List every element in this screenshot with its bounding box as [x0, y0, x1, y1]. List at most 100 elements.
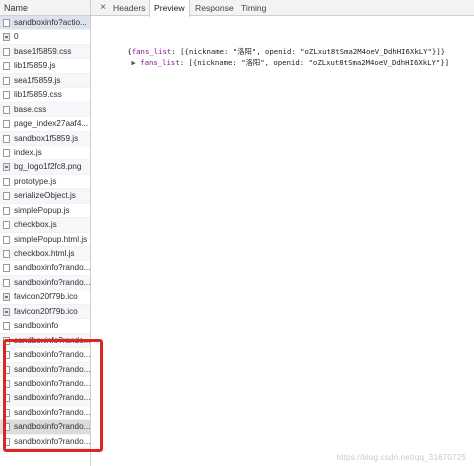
request-row[interactable]: checkbox.js: [0, 218, 90, 233]
request-row[interactable]: favicon20f79b.ico: [0, 304, 90, 320]
tab-timing[interactable]: Timing: [237, 0, 270, 16]
document-icon: [3, 408, 10, 417]
document-icon: [3, 134, 10, 143]
document-icon: [3, 120, 10, 129]
request-name: sandboxinfo?rando...: [14, 393, 90, 403]
request-row[interactable]: base1f5859.css: [0, 44, 90, 60]
request-name: sandboxinfo?rando...: [14, 422, 90, 432]
request-name: sandboxinfo: [14, 321, 59, 331]
request-name: sandboxinfo?rando...: [14, 277, 90, 287]
document-icon: [3, 250, 10, 258]
request-row[interactable]: 0: [0, 30, 90, 45]
request-name: checkbox.js: [14, 220, 57, 230]
request-row[interactable]: base.css: [0, 102, 90, 118]
request-row[interactable]: lib1f5859.css: [0, 88, 90, 103]
request-name: sandboxinfo?rando...: [14, 407, 90, 417]
request-row[interactable]: sandboxinfo?rando...: [0, 391, 90, 406]
request-name: sandboxinfo?actio...: [14, 18, 87, 27]
document-icon: [3, 379, 10, 388]
request-name: lib1f5859.js: [14, 61, 56, 71]
request-name: base.css: [14, 104, 47, 114]
request-name: sandboxinfo?rando...: [14, 263, 90, 273]
request-row[interactable]: sandboxinfo?rando...: [0, 261, 90, 276]
document-icon: [3, 19, 10, 27]
request-name: sandboxinfo?rando...: [14, 436, 90, 446]
close-icon[interactable]: ×: [98, 2, 108, 13]
request-row[interactable]: sandboxinfo?rando...: [0, 348, 90, 363]
document-icon: [3, 423, 10, 432]
name-column-header[interactable]: Name: [0, 0, 90, 16]
request-name: index.js: [14, 147, 42, 157]
request-name: simplePopup.js: [14, 205, 70, 215]
preview-fans-list-node[interactable]: ▶ fans_list: [{nickname: "洛阳", openid: "…: [105, 45, 449, 81]
document-icon: [3, 365, 10, 374]
document-icon: [3, 394, 10, 403]
tab-response[interactable]: Response: [191, 0, 238, 16]
request-name: simplePopup.html.js: [14, 234, 88, 244]
request-row[interactable]: simplePopup.html.js: [0, 233, 90, 247]
tab-preview[interactable]: Preview: [149, 0, 190, 17]
request-row[interactable]: sandboxinfo?rando...: [0, 362, 90, 377]
image-icon: [3, 293, 10, 302]
request-row[interactable]: sandboxinfo?rando...: [0, 333, 90, 349]
document-icon: [3, 105, 10, 114]
request-row[interactable]: simplePopup.js: [0, 204, 90, 219]
document-icon: [3, 278, 10, 287]
request-name: sandbox1f5859.js: [14, 133, 79, 143]
request-name: bg_logo1f2fc8.png: [14, 162, 82, 172]
request-row[interactable]: sandbox1f5859.js: [0, 131, 90, 146]
request-name: prototype.js: [14, 176, 57, 186]
request-row[interactable]: sandboxinfo?rando...: [0, 420, 90, 435]
document-icon: [3, 235, 10, 244]
request-name: sandboxinfo?rando...: [14, 378, 90, 388]
document-icon: [3, 264, 10, 273]
request-row[interactable]: sandboxinfo?actio...: [0, 16, 90, 31]
preview-array-text: : [{nickname: "洛阳", openid: "oZLxut8tSma…: [179, 58, 450, 67]
document-icon: [3, 192, 10, 201]
expand-triangle-icon[interactable]: ▶: [131, 58, 135, 67]
request-name: favicon20f79b.ico: [14, 292, 78, 302]
request-row[interactable]: index.js: [0, 146, 90, 161]
document-icon: [3, 221, 10, 230]
document-icon: [3, 148, 10, 157]
request-row[interactable]: lib1f5859.js: [0, 59, 90, 74]
request-name: sandboxinfo?rando...: [14, 335, 90, 345]
request-rows: sandboxinfo?actio... 0 base1f5859.css lib1f…: [0, 16, 90, 450]
request-name: checkbox.html.js: [14, 249, 75, 258]
request-row[interactable]: sandboxinfo?rando...: [0, 275, 90, 291]
request-row[interactable]: sandboxinfo?rando...: [0, 377, 90, 392]
document-icon: [3, 206, 10, 215]
image-icon: [3, 163, 10, 172]
document-icon: [3, 351, 10, 360]
request-name: page_index27aaf4...: [14, 119, 89, 129]
request-name: sandboxinfo?rando...: [14, 364, 90, 374]
request-row[interactable]: page_index27aaf4...: [0, 117, 90, 132]
preview-key-fans-list-expanded: fans_list: [140, 58, 180, 67]
request-name: sandboxinfo?rando...: [14, 350, 90, 360]
document-icon: [3, 62, 10, 71]
document-icon: [3, 336, 10, 345]
image-icon: [3, 33, 10, 42]
request-name: sea1f5859.js: [14, 75, 61, 85]
request-row[interactable]: sandboxinfo: [0, 319, 90, 334]
network-request-list: Name sandboxinfo?actio... 0 base1f5859.css…: [0, 0, 91, 466]
request-row[interactable]: checkbox.html.js: [0, 247, 90, 262]
document-icon: [3, 322, 10, 331]
document-icon: [3, 76, 10, 85]
details-panel: × Headers Preview Response Timing {fans_…: [91, 0, 474, 466]
request-row[interactable]: sandboxinfo?rando...: [0, 435, 90, 450]
request-row[interactable]: sea1f5859.js: [0, 73, 90, 89]
document-icon: [3, 47, 10, 56]
tab-headers[interactable]: Headers: [109, 0, 149, 16]
request-row[interactable]: serializeObject.js: [0, 189, 90, 204]
details-tabbar: × Headers Preview Response Timing: [91, 0, 474, 17]
request-row[interactable]: prototype.js: [0, 175, 90, 190]
request-name: base1f5859.css: [14, 46, 72, 56]
request-row[interactable]: sandboxinfo?rando...: [0, 406, 90, 421]
request-row[interactable]: bg_logo1f2fc8.png: [0, 160, 90, 175]
image-icon: [3, 307, 10, 316]
watermark: https://blog.csdn.net/qq_31670725: [336, 453, 466, 462]
request-row[interactable]: favicon20f79b.ico: [0, 290, 90, 305]
document-icon: [3, 437, 10, 446]
json-preview: {fans_list: [{nickname: "洛阳", openid: "o…: [91, 18, 474, 67]
